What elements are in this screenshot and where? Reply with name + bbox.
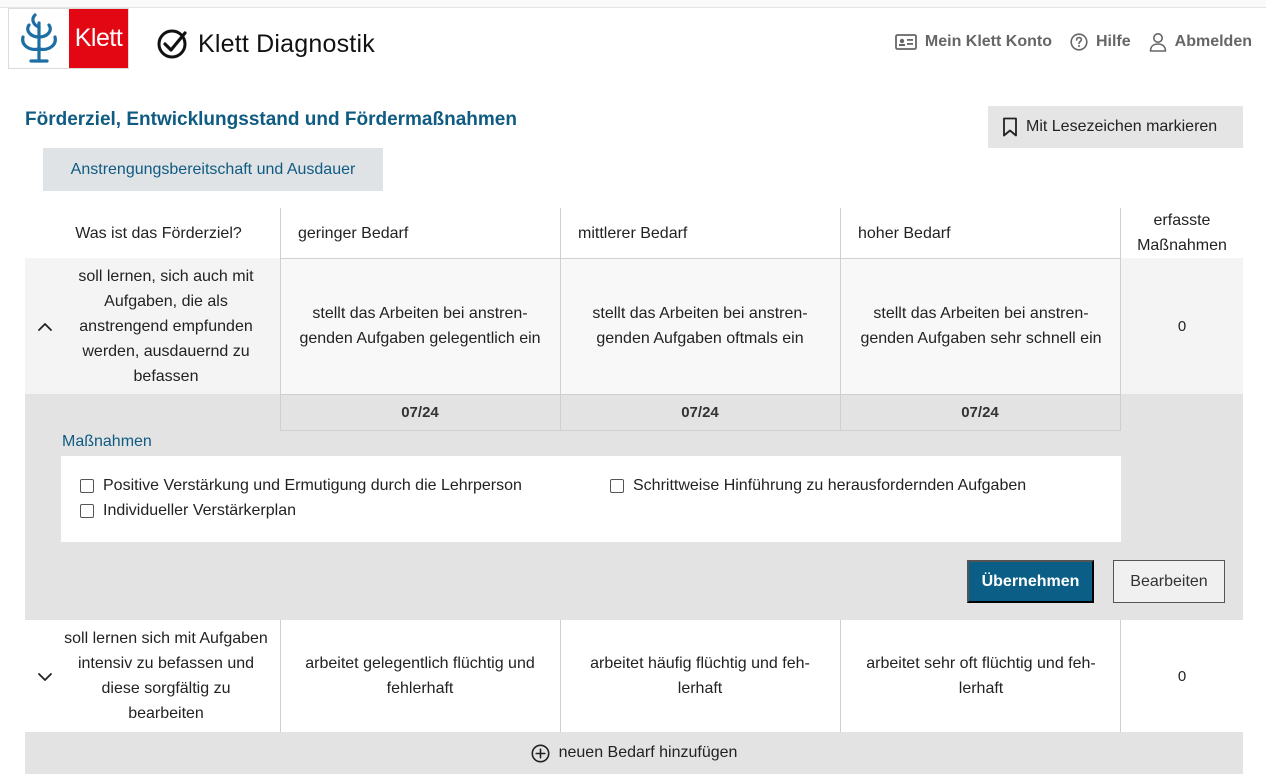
- row-2-mid-need[interactable]: arbeitet häufig flüchtig und feh-lerhaft: [574, 624, 826, 728]
- header-measures-count: erfasste Maßnahmen: [1137, 212, 1227, 254]
- row-1-date-high: 07/24: [961, 404, 999, 421]
- nav-logout[interactable]: Abmelden: [1149, 32, 1252, 52]
- row-1-measures-count: 0: [1177, 317, 1187, 335]
- apply-button[interactable]: Übernehmen: [967, 560, 1094, 603]
- row-1-date-mid: 07/24: [681, 404, 719, 421]
- row-1-mid-need[interactable]: stellt das Arbeiten bei anstren-genden A…: [572, 262, 828, 390]
- browser-top-strip: [0, 0, 1266, 8]
- grid-line: [280, 258, 1121, 259]
- grid-line: [560, 620, 561, 732]
- row-1-goal: soll lernen, sich auch mit Aufgaben, die…: [78, 267, 254, 385]
- user-icon: [1149, 33, 1166, 52]
- measure-label: Schrittweise Hinführung zu herausfordern…: [633, 477, 1027, 494]
- chevron-down-icon[interactable]: [36, 668, 54, 686]
- row-2-measures-count: 0: [1177, 667, 1187, 685]
- nav-account-label: Mein Klett Konto: [924, 33, 1052, 50]
- row-2-goal: soll lernen sich mit Aufgaben intensiv z…: [64, 630, 268, 722]
- app-header: Klett Klett Diagnostik Mein Klett Konto: [0, 8, 1266, 78]
- checkbox[interactable]: [80, 504, 94, 518]
- measures-list: [61, 456, 1121, 542]
- add-need-label: neuen Bedarf hinzufügen: [558, 744, 738, 761]
- grid-line: [840, 620, 841, 732]
- help-circle-icon: [1070, 33, 1088, 51]
- header-goal: Was ist das Förderziel?: [75, 224, 242, 242]
- app-brand: Klett Diagnostik: [156, 28, 375, 60]
- row-1-high-need[interactable]: stellt das Arbeiten bei anstren-genden A…: [850, 262, 1112, 390]
- measures-label: Maßnahmen: [62, 433, 152, 450]
- bookmark-icon: [1003, 117, 1017, 137]
- logo-wordmark: Klett: [69, 9, 128, 68]
- row-2-low-need[interactable]: arbeitet gelegentlich flüchtig und fehle…: [290, 624, 550, 728]
- checkbox[interactable]: [80, 479, 94, 493]
- grid-line: [280, 620, 281, 732]
- klett-clover-icon: [9, 9, 69, 68]
- bookmark-label: Mit Lesezeichen markieren: [1026, 118, 1218, 135]
- nav-account[interactable]: Mein Klett Konto: [894, 33, 1052, 51]
- measure-checkbox-positive-reinforcement[interactable]: Positive Verstärkung und Ermutigung durc…: [80, 477, 522, 495]
- klett-logo[interactable]: Klett: [8, 8, 129, 69]
- row-1-date-low: 07/24: [401, 404, 439, 421]
- checkmark-circle-icon: [157, 29, 187, 59]
- plus-circle-icon: [531, 744, 550, 762]
- section-title: Förderziel, Entwicklungsstand und Förder…: [25, 109, 517, 130]
- measure-label: Positive Verstärkung und Ermutigung durc…: [103, 477, 522, 494]
- header-mid-need: mittlerer Bedarf: [578, 224, 688, 242]
- measure-checkbox-reinforcement-plan[interactable]: Individueller Verstärkerplan: [80, 502, 296, 520]
- measure-label: Individueller Verstärkerplan: [103, 502, 296, 519]
- add-need-button[interactable]: neuen Bedarf hinzufügen: [25, 732, 1243, 774]
- header-nav: Mein Klett Konto Hilfe Abmelden: [894, 32, 1252, 52]
- header-high-need: hoher Bedarf: [858, 224, 951, 242]
- row-1-low-need[interactable]: stellt das Arbeiten bei anstren-genden A…: [292, 262, 548, 390]
- app-name: Klett Diagnostik: [198, 29, 375, 58]
- edit-button[interactable]: Bearbeiten: [1113, 560, 1225, 603]
- row-2-high-need[interactable]: arbeitet sehr oft flüchtig und feh-lerha…: [852, 624, 1110, 728]
- nav-logout-label: Abmelden: [1174, 33, 1252, 50]
- header-low-need: geringer Bedarf: [298, 224, 409, 242]
- id-card-icon: [894, 34, 917, 50]
- nav-help-label: Hilfe: [1095, 33, 1131, 50]
- chevron-up-icon[interactable]: [36, 318, 54, 336]
- measure-checkbox-stepwise[interactable]: Schrittweise Hinführung zu herausfordern…: [610, 477, 1026, 495]
- nav-help[interactable]: Hilfe: [1070, 33, 1131, 51]
- bookmark-button[interactable]: Mit Lesezeichen markieren: [988, 106, 1243, 148]
- checkbox[interactable]: [610, 479, 624, 493]
- tab-anstrengungsbereitschaft[interactable]: Anstrengungsbereitschaft und Ausdauer: [43, 148, 383, 191]
